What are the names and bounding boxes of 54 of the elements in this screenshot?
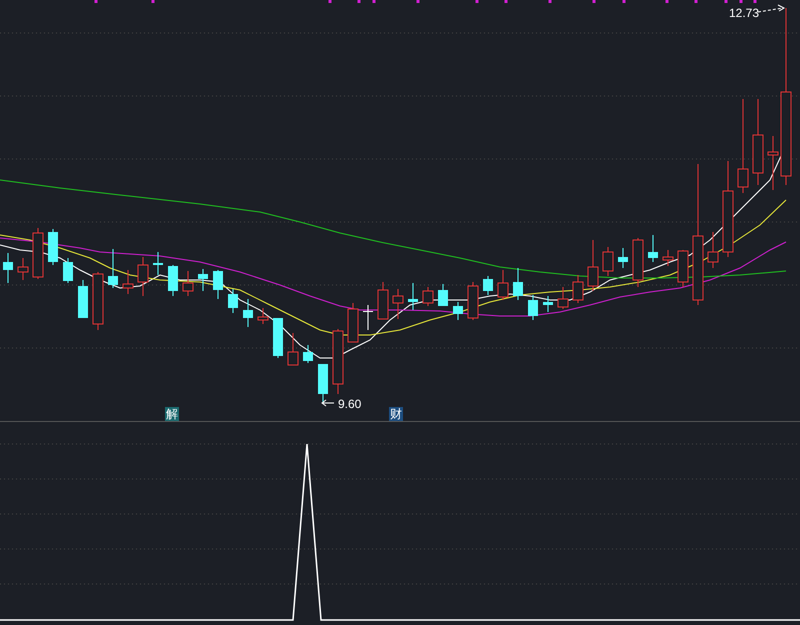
candlestick xyxy=(332,328,344,394)
candlestick xyxy=(618,248,628,268)
candlestick xyxy=(348,302,358,342)
candlestick xyxy=(648,234,658,262)
candlestick xyxy=(768,136,778,190)
candlestick xyxy=(198,268,208,292)
candlestick xyxy=(363,304,373,330)
candlestick xyxy=(498,270,508,300)
candlestick xyxy=(708,232,718,268)
signal-marker: 解 xyxy=(165,407,179,421)
candlestick xyxy=(228,288,238,314)
candlestick xyxy=(108,248,118,288)
candlestick xyxy=(168,264,178,296)
candlestick xyxy=(513,268,523,300)
candlestick xyxy=(408,282,418,310)
candlestick xyxy=(422,286,434,306)
candlestick xyxy=(558,286,568,310)
candlestick xyxy=(3,252,13,284)
candlestick xyxy=(378,282,388,320)
candlestick xyxy=(258,308,268,324)
low-price-label: 9.60 xyxy=(338,396,362,413)
candlestick xyxy=(32,228,44,280)
candlestick xyxy=(543,296,553,312)
candlestick xyxy=(48,228,58,266)
candlestick xyxy=(453,302,463,320)
candlestick xyxy=(438,284,448,306)
candlestick xyxy=(122,270,134,294)
candlestick xyxy=(318,364,328,404)
arrow-icon xyxy=(321,400,334,406)
candlestick xyxy=(483,276,493,296)
candlestick xyxy=(678,250,688,288)
candlestick xyxy=(468,282,478,320)
high-price-label: 12.73 xyxy=(729,5,760,22)
candlestick xyxy=(138,256,148,296)
signal-marker: 财 xyxy=(389,407,403,421)
candlestick xyxy=(303,344,313,364)
candlestick xyxy=(153,252,163,276)
candlestick xyxy=(182,270,194,296)
arrow-icon xyxy=(758,4,786,12)
candlestick xyxy=(602,246,614,276)
candlestick xyxy=(288,332,298,366)
candlestick xyxy=(18,258,28,280)
candlestick xyxy=(588,240,598,292)
candlestick xyxy=(243,298,253,328)
candlestick xyxy=(528,294,538,320)
candlestick xyxy=(78,280,88,318)
candlestick xyxy=(632,238,644,288)
candlestick xyxy=(572,274,584,304)
candlestick xyxy=(662,250,674,266)
candlestick xyxy=(63,258,73,284)
candlestick xyxy=(213,270,223,300)
candlestick xyxy=(92,272,104,330)
candlestick xyxy=(273,318,283,358)
candlestick xyxy=(392,288,404,320)
